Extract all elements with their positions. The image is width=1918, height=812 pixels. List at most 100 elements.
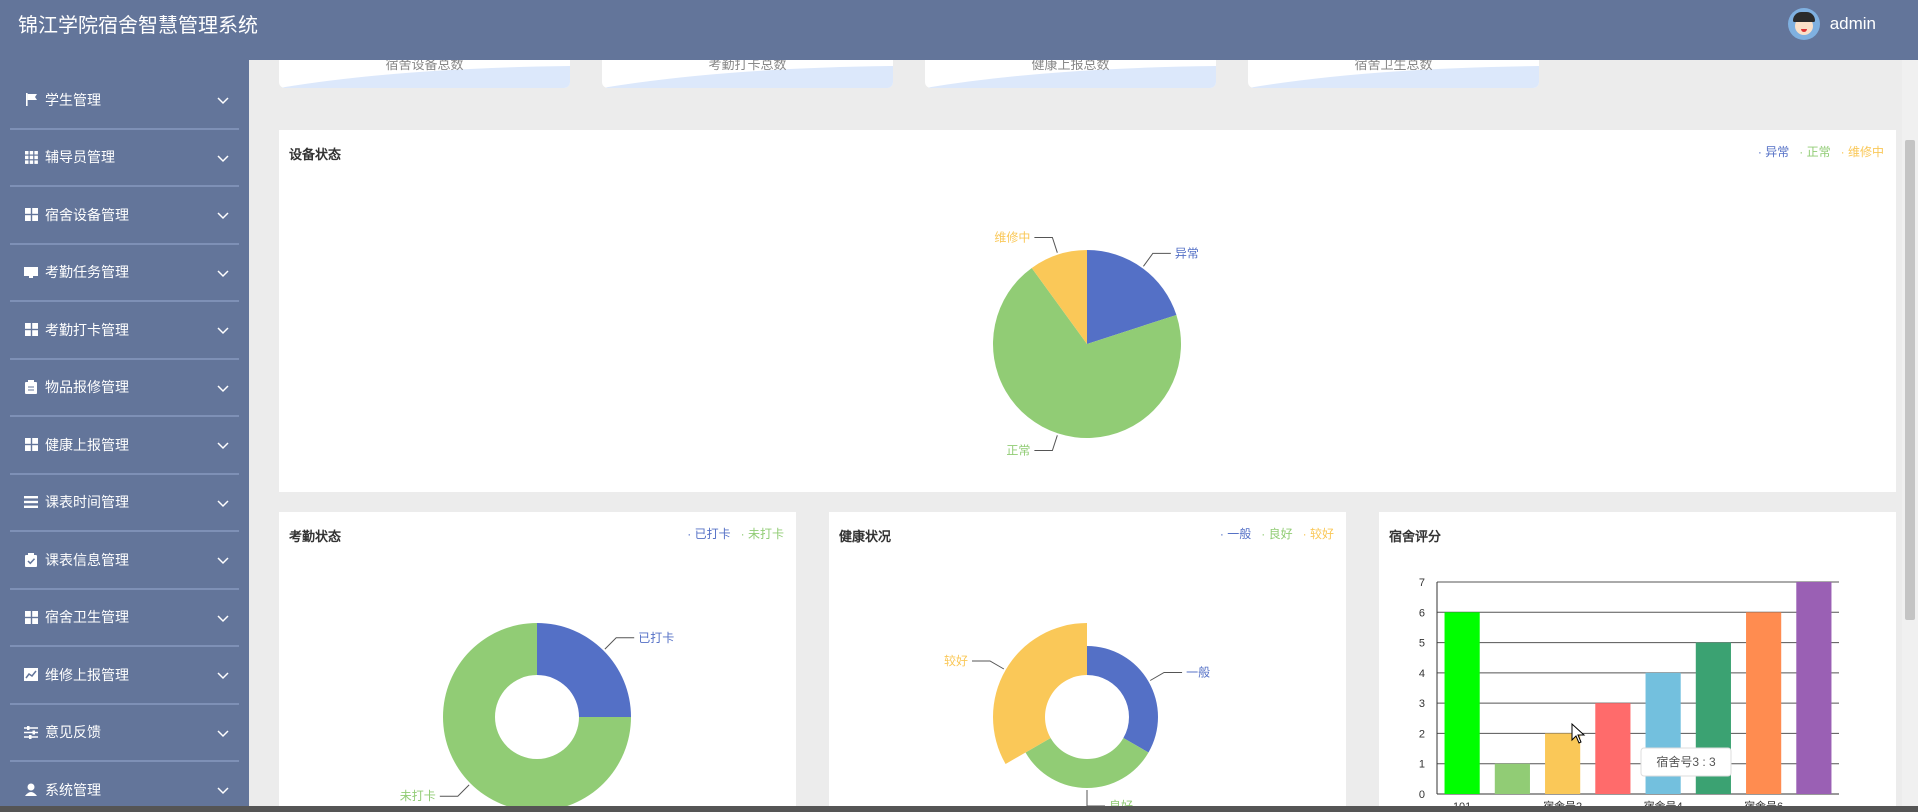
sidebar-item-attendance-checkin[interactable]: 考勤打卡管理	[10, 302, 239, 360]
sidebar-item-label: 物品报修管理	[45, 379, 129, 396]
y-tick-label: 7	[1419, 577, 1425, 589]
sidebar-item-schedule-info[interactable]: 课表信息管理	[10, 532, 239, 590]
y-tick-label: 6	[1419, 607, 1425, 619]
clipboard-check-icon	[23, 552, 39, 567]
sidebar-item-label: 宿舍卫生管理	[45, 609, 129, 626]
sidebar-item-dorm-equipment[interactable]: 宿舍设备管理	[10, 187, 239, 245]
pie-slice-已打卡[interactable]	[537, 623, 631, 717]
slice-label: 较好	[944, 653, 968, 668]
sidebar-item-label: 宿舍设备管理	[45, 206, 129, 223]
chevron-down-icon	[217, 729, 229, 737]
stat-card-label: 健康上报总数	[1031, 60, 1110, 72]
sidebar-item-maintenance-reports[interactable]: 维修上报管理	[10, 647, 239, 705]
sidebar-item-label: 系统管理	[45, 781, 101, 798]
y-tick-label: 5	[1419, 638, 1425, 650]
panel-dorm-scores: 宿舍评分 01234567101宿舍号2宿舍号4宿舍号6宿舍号3 : 3	[1379, 512, 1896, 812]
chart-icon	[23, 668, 39, 682]
username[interactable]: admin	[1830, 14, 1876, 34]
sidebar-item-label: 考勤打卡管理	[45, 321, 129, 338]
slice-label: 未打卡	[400, 789, 436, 803]
user-menu[interactable]: admin	[1787, 8, 1876, 40]
sidebar-item-health-reports[interactable]: 健康上报管理	[10, 417, 239, 475]
panel-health-status: 健康状况 · 一般 · 良好 · 较好 一般良好较好	[829, 512, 1346, 812]
sidebar-item-label: 辅导员管理	[45, 149, 115, 166]
label-line	[1034, 435, 1058, 452]
app-title: 锦江学院宿舍智慧管理系统	[18, 15, 258, 37]
sidebar-item-attendance-tasks[interactable]: 考勤任务管理	[10, 245, 239, 302]
sidebar-item-label: 维修上报管理	[45, 666, 129, 683]
sidebar-item-label: 健康上报管理	[45, 436, 129, 453]
chevron-down-icon	[217, 672, 229, 680]
chevron-down-icon	[217, 327, 229, 335]
sliders-icon	[23, 725, 39, 739]
slice-label: 维修中	[994, 229, 1030, 244]
sidebar: 学生管理 辅导员管理 宿舍设备管理 考勤任务管理 考勤打卡管理 物品报修管理 健…	[0, 60, 249, 812]
stat-card-health[interactable]: 健康上报总数	[925, 60, 1216, 88]
sidebar-item-schedule-times[interactable]: 课表时间管理	[10, 475, 239, 532]
bar-宿舍号6[interactable]	[1746, 612, 1782, 794]
chevron-down-icon	[217, 269, 229, 277]
sidebar-item-dorm-hygiene[interactable]: 宿舍卫生管理	[10, 590, 239, 647]
stat-card-equipment[interactable]: 宿舍设备总数	[279, 60, 570, 88]
scrollbar[interactable]	[1902, 60, 1918, 812]
scrollbar-thumb[interactable]	[1905, 140, 1915, 620]
y-tick-label: 2	[1419, 728, 1425, 740]
label-line	[1143, 252, 1171, 267]
stat-card-attendance[interactable]: 考勤打卡总数	[602, 60, 893, 88]
stat-card-label: 宿舍卫生总数	[1354, 60, 1433, 72]
chevron-down-icon	[217, 614, 229, 622]
bar-101[interactable]	[1444, 612, 1480, 794]
pie-slice-较好[interactable]	[993, 623, 1087, 764]
grid-icon	[23, 610, 39, 624]
panel-attendance-status: 考勤状态 · 已打卡 · 未打卡 已打卡 未打卡	[279, 512, 796, 812]
sidebar-item-feedback[interactable]: 意见反馈	[10, 705, 239, 762]
grid-icon	[23, 208, 39, 222]
pie-slice-良好[interactable]	[1025, 738, 1149, 788]
sidebar-item-counselors[interactable]: 辅导员管理	[10, 130, 239, 187]
chevron-down-icon	[217, 499, 229, 507]
stat-card-hygiene[interactable]: 宿舍卫生总数	[1248, 60, 1539, 88]
stat-card-label: 考勤打卡总数	[708, 60, 787, 72]
chevron-down-icon	[217, 787, 229, 795]
label-line	[1149, 672, 1183, 681]
flag-icon	[23, 93, 39, 107]
chevron-down-icon	[217, 212, 229, 220]
bottom-border	[0, 806, 1918, 812]
chevron-down-icon	[217, 557, 229, 565]
grid-icon	[23, 323, 39, 337]
user-icon	[23, 783, 39, 797]
stat-card-label: 宿舍设备总数	[385, 60, 464, 72]
bar-宿舍号3[interactable]	[1595, 703, 1631, 794]
slice-label: 正常	[1006, 444, 1030, 458]
chart-tooltip: 宿舍号3 : 3	[1640, 747, 1732, 777]
y-tick-label: 1	[1419, 759, 1425, 771]
sidebar-item-label: 课表时间管理	[45, 494, 129, 511]
sidebar-item-students[interactable]: 学生管理	[10, 72, 239, 130]
sidebar-item-system[interactable]: 系统管理	[10, 762, 239, 812]
top-header: 锦江学院宿舍智慧管理系统 admin	[0, 0, 1918, 60]
label-line	[1034, 236, 1058, 253]
sidebar-item-label: 考勤任务管理	[45, 264, 129, 281]
label-line	[1086, 790, 1105, 807]
label-line	[604, 637, 635, 650]
bar-宿舍号7[interactable]	[1796, 582, 1832, 794]
bar-宿舍号2[interactable]	[1545, 733, 1581, 794]
bar-宿舍号1[interactable]	[1494, 763, 1530, 794]
bar-chart-dorm-scores: 01234567101宿舍号2宿舍号4宿舍号6宿舍号3 : 3	[1419, 577, 1839, 812]
label-line	[439, 784, 470, 797]
list-icon	[23, 495, 39, 509]
chevron-down-icon	[217, 154, 229, 162]
tooltip-text: 宿舍号3 : 3	[1656, 754, 1716, 769]
grid-icon	[23, 438, 39, 452]
avatar[interactable]	[1787, 8, 1820, 40]
chevron-down-icon	[217, 384, 229, 392]
sidebar-item-label: 学生管理	[45, 91, 101, 108]
slice-label: 已打卡	[638, 631, 674, 645]
monitor-icon	[23, 265, 39, 279]
y-tick-label: 3	[1419, 698, 1425, 710]
chevron-down-icon	[217, 97, 229, 105]
pie-slice-一般[interactable]	[1087, 646, 1158, 753]
panel-equipment-status: 设备状态 · 异常 · 正常 · 维修中 异常 正常 维修中	[279, 130, 1896, 492]
main-content: 宿舍设备总数 考勤打卡总数 健康上报总数 宿舍卫生总数 设备状态 · 异常 · …	[249, 60, 1918, 812]
sidebar-item-repairs[interactable]: 物品报修管理	[10, 360, 239, 417]
